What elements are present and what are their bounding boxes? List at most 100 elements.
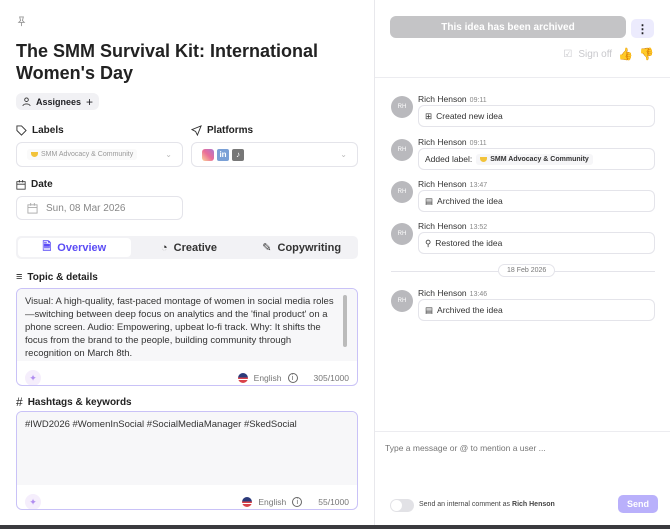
topic-textarea[interactable]: Visual: A high-quality, fast-paced monta…	[17, 289, 357, 361]
linkedin-icon: in	[217, 148, 229, 161]
internal-user: Rich Henson	[512, 501, 555, 508]
topic-field: Visual: A high-quality, fast-paced monta…	[16, 288, 358, 386]
assignees-button[interactable]: Assignees +	[16, 93, 100, 110]
date-picker[interactable]: Sun, 08 Mar 2026	[16, 196, 183, 220]
activity-bubble: ⚲ Restored the idea	[418, 232, 655, 254]
avatar: RH	[391, 139, 413, 161]
hash-icon: #	[16, 395, 23, 409]
info-icon[interactable]: i	[292, 497, 303, 507]
tab-overview[interactable]: 🗎 Overview	[18, 238, 131, 257]
label-chip-text: SMM Advocacy & Community	[490, 155, 589, 163]
idea-title[interactable]: The SMM Survival Kit: International Wome…	[16, 40, 336, 84]
tag-icon	[16, 125, 27, 136]
tab-creative-label: Creative	[173, 241, 218, 254]
chevron-down-icon: ⌄	[340, 150, 347, 159]
hashtags-char-count: 55/1000	[318, 497, 349, 507]
date-value: Sun, 08 Mar 2026	[46, 202, 126, 214]
avatar: RH	[391, 181, 413, 203]
tiktok-icon: ♪	[232, 148, 244, 161]
calendar-icon	[16, 179, 26, 190]
lightbulb-icon: ⚲	[425, 237, 432, 248]
plus-icon: +	[86, 94, 94, 109]
hashtags-field: #IWD2026 #WomenInSocial #SocialMediaMana…	[16, 411, 358, 510]
more-options-button[interactable]: ⋮	[631, 19, 654, 38]
checkbox-icon[interactable]: ☑	[563, 49, 572, 60]
pin-icon[interactable]	[16, 16, 27, 27]
internal-comment-toggle[interactable]	[390, 499, 414, 512]
author-name: Rich Henson	[418, 179, 467, 189]
plus-square-icon: ⊞	[425, 110, 433, 121]
sign-off-label[interactable]: Sign off	[578, 49, 612, 60]
activity-bubble: ▤ Archived the idea	[418, 299, 655, 321]
idea-tabs: 🗎 Overview ◔ Creative ✎ Copywriting	[16, 236, 358, 259]
author-name: Rich Henson	[418, 288, 467, 298]
internal-comment-label: Send an internal comment as Rich Henson	[419, 501, 555, 508]
activity-text: Added label:	[425, 154, 473, 164]
message-input[interactable]	[385, 440, 661, 456]
topic-heading-text: Topic & details	[27, 271, 98, 283]
activity-text: Archived the idea	[437, 196, 503, 206]
us-flag-icon	[237, 373, 248, 383]
activity-bubble: Added label: SMM Advocacy & Community	[418, 148, 655, 170]
date-heading: Date	[16, 179, 53, 190]
activity-time: 13:52	[469, 224, 488, 231]
platforms-heading-text: Platforms	[207, 125, 254, 136]
activity-time: 13:46	[469, 291, 488, 298]
archived-banner: This idea has been archived	[390, 16, 626, 38]
user-icon	[22, 97, 31, 106]
send-icon	[191, 125, 202, 136]
activity-panel: This idea has been archived ⋮ ☑ Sign off…	[374, 0, 670, 529]
activity-author: Rich Henson 09:11	[418, 137, 487, 147]
tab-copywriting[interactable]: ✎ Copywriting	[245, 236, 358, 259]
topic-char-count: 305/1000	[313, 373, 349, 383]
archive-icon: ▤	[425, 304, 434, 315]
author-name: Rich Henson	[418, 94, 467, 104]
platforms-select[interactable]: in ♪ ⌄	[191, 142, 358, 167]
ai-sparkle-button[interactable]: ✦	[25, 370, 41, 385]
activity-bubble: ▤ Archived the idea	[418, 190, 655, 212]
activity-time: 09:11	[469, 97, 487, 104]
internal-prefix: Send an internal comment as	[419, 501, 511, 508]
labels-select[interactable]: SMM Advocacy & Community ⌄	[16, 142, 183, 167]
hashtags-heading: # Hashtags & keywords	[16, 395, 132, 409]
send-button[interactable]: Send	[618, 495, 658, 513]
thumbs-down-icon[interactable]: 👎	[639, 47, 654, 61]
assignees-label: Assignees	[36, 96, 82, 107]
label-chip: SMM Advocacy & Community	[27, 149, 138, 160]
activity-author: Rich Henson 09:11	[418, 94, 487, 104]
activity-text: Restored the idea	[435, 238, 503, 248]
hashtags-language[interactable]: English	[258, 497, 286, 507]
label-chip: SMM Advocacy & Community	[476, 153, 593, 165]
pencil-icon: ✎	[262, 242, 272, 254]
info-icon[interactable]: i	[287, 373, 298, 383]
instagram-icon	[202, 148, 214, 161]
tab-overview-label: Overview	[57, 241, 107, 254]
labels-heading: Labels	[16, 125, 64, 136]
divider	[375, 77, 670, 78]
date-heading-text: Date	[31, 179, 53, 190]
labels-heading-text: Labels	[32, 125, 64, 136]
tab-creative[interactable]: ◔ Creative	[133, 236, 246, 259]
us-flag-icon	[242, 497, 253, 507]
thumbs-up-icon[interactable]: 👍	[618, 47, 633, 61]
label-badge-icon	[480, 156, 488, 162]
tab-copywriting-label: Copywriting	[277, 241, 342, 254]
hashtags-textarea[interactable]: #IWD2026 #WomenInSocial #SocialMediaMana…	[17, 412, 357, 485]
avatar: RH	[391, 290, 413, 312]
activity-author: Rich Henson 13:46	[418, 288, 487, 298]
document-icon: 🗎	[42, 241, 52, 253]
archive-icon: ▤	[425, 195, 434, 206]
activity-text: Archived the idea	[437, 305, 503, 315]
platforms-heading: Platforms	[191, 125, 253, 136]
ai-sparkle-button[interactable]: ✦	[25, 494, 41, 509]
activity-time: 13:47	[469, 182, 488, 189]
scrollbar[interactable]	[343, 295, 347, 347]
author-name: Rich Henson	[418, 221, 467, 231]
topic-language[interactable]: English	[254, 373, 282, 383]
idea-editor: The SMM Survival Kit: International Wome…	[0, 0, 374, 529]
calendar-icon	[27, 202, 38, 214]
activity-author: Rich Henson 13:47	[418, 179, 487, 189]
activity-author: Rich Henson 13:52	[418, 221, 487, 231]
divider	[375, 431, 670, 432]
sign-off-row: ☑ Sign off 👍 👎	[563, 47, 654, 61]
